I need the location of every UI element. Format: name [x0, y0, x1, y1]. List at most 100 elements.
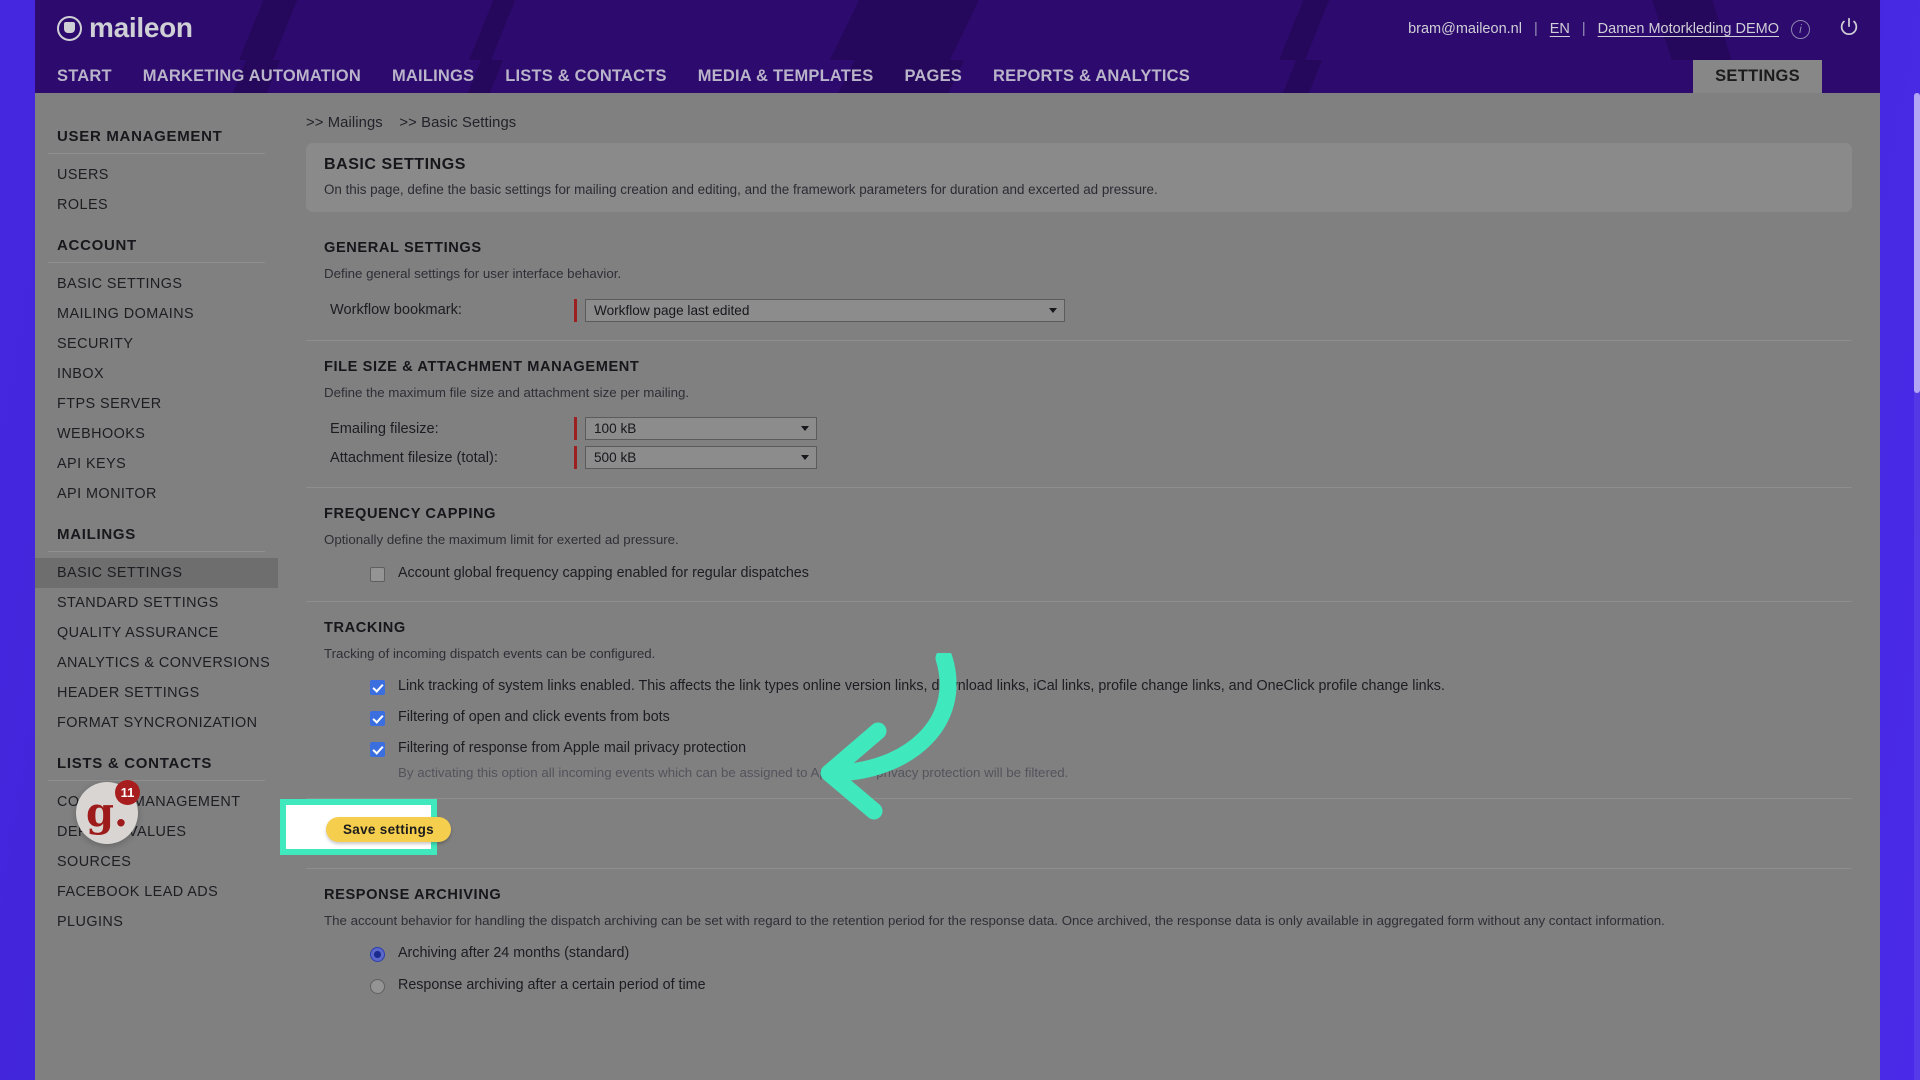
header-decoration: [194, 0, 310, 60]
sidebar-item-facebook-lead-ads[interactable]: FACEBOOK LEAD ADS: [35, 877, 278, 907]
emailing-filesize-select[interactable]: 100 kB: [585, 417, 817, 441]
response-archiving-description: The account behavior for handling the di…: [324, 912, 1665, 928]
divider: [306, 797, 1852, 799]
sidebar-heading-mailings: MAILINGS: [48, 511, 265, 552]
frequency-capping-checkbox-row: Account global frequency capping enabled…: [324, 565, 1852, 583]
section-general-settings: GENERAL SETTINGS Define general settings…: [306, 240, 1852, 322]
body-area: USER MANAGEMENT USERS ROLES ACCOUNT BASI…: [35, 93, 1880, 1080]
section-file-size: FILE SIZE & ATTACHMENT MANAGEMENT Define…: [306, 359, 1852, 470]
section-frequency-capping: FREQUENCY CAPPING Optionally define the …: [306, 506, 1852, 582]
nav-decoration: [1247, 60, 1339, 93]
sidebar-item-api-monitor[interactable]: API MONITOR: [35, 479, 278, 509]
section-tracking: TRACKING Tracking of incoming dispatch e…: [306, 620, 1852, 780]
sidebar-group-user-management: USER MANAGEMENT USERS ROLES: [35, 113, 278, 220]
save-settings-button[interactable]: Save settings: [326, 816, 451, 842]
required-indicator: [574, 417, 577, 441]
frequency-capping-title: FREQUENCY CAPPING: [324, 506, 497, 523]
tracking-description: Tracking of incoming dispatch events can…: [324, 645, 656, 661]
sidebar-group-mailings: MAILINGS BASIC SETTINGS STANDARD SETTING…: [35, 511, 278, 738]
frequency-capping-checkbox[interactable]: [370, 566, 385, 582]
page-description: On this page, define the basic settings …: [324, 182, 1158, 197]
tracking-bot-filtering-checkbox[interactable]: [370, 711, 385, 727]
tracking-link-tracking-row: Link tracking of system links enabled. T…: [324, 678, 1852, 696]
general-settings-description: Define general settings for user interfa…: [324, 266, 622, 281]
sidebar-item-api-keys[interactable]: API KEYS: [35, 449, 278, 479]
nav-item-lists-contacts[interactable]: LISTS & CONTACTS: [505, 67, 666, 86]
page-banner: BASIC SETTINGS On this page, define the …: [306, 143, 1852, 212]
sidebar-item-default-values[interactable]: DEFAULT VALUES: [35, 817, 278, 847]
main-navigation: START MARKETING AUTOMATION MAILINGS LIST…: [35, 60, 1880, 93]
sidebar-item-analytics-conversions[interactable]: ANALYTICS & CONVERSIONS: [35, 648, 278, 678]
general-settings-title: GENERAL SETTINGS: [324, 240, 482, 256]
attachment-filesize-value: 500 kB: [594, 450, 637, 466]
nav-item-reports-analytics[interactable]: REPORTS & ANALYTICS: [993, 67, 1190, 86]
sidebar-item-users[interactable]: USERS: [35, 160, 278, 190]
nav-item-pages[interactable]: PAGES: [904, 67, 962, 86]
required-indicator: [574, 446, 577, 470]
vertical-scrollbar[interactable]: [1914, 93, 1920, 1080]
tracking-apple-privacy-checkbox[interactable]: [370, 742, 385, 758]
sidebar-item-roles[interactable]: ROLES: [35, 190, 278, 220]
sidebar-item-standard-settings[interactable]: STANDARD SETTINGS: [35, 588, 278, 618]
section-response-archiving: RESPONSE ARCHIVING The account behavior …: [306, 887, 1852, 995]
sidebar-item-mailings-basic-settings[interactable]: BASIC SETTINGS: [35, 558, 278, 588]
archiving-24-months-radio[interactable]: [370, 946, 385, 962]
sidebar: USER MANAGEMENT USERS ROLES ACCOUNT BASI…: [35, 93, 278, 1080]
sidebar-group-account: ACCOUNT BASIC SETTINGS MAILING DOMAINS S…: [35, 222, 278, 509]
nav-item-list: START MARKETING AUTOMATION MAILINGS LIST…: [57, 60, 1190, 93]
sidebar-item-webhooks[interactable]: WEBHOOKS: [35, 419, 278, 449]
workflow-bookmark-select[interactable]: Workflow page last edited: [585, 298, 1065, 322]
language-link[interactable]: EN: [1550, 21, 1570, 37]
nav-item-marketing-automation[interactable]: MARKETING AUTOMATION: [143, 67, 361, 86]
nav-item-start[interactable]: START: [57, 67, 112, 86]
sidebar-heading-account: ACCOUNT: [48, 222, 265, 263]
header-utilities: bram@maileon.nl | EN | Damen Motorkledin…: [1408, 16, 1860, 42]
divider: [306, 867, 1852, 869]
attachment-filesize-select[interactable]: 500 kB: [585, 446, 817, 470]
sidebar-item-mailing-domains[interactable]: MAILING DOMAINS: [35, 299, 278, 329]
chat-widget-button[interactable]: g. 11: [76, 780, 140, 844]
tracking-link-tracking-checkbox[interactable]: [370, 680, 385, 696]
divider: [306, 339, 1852, 341]
archiving-24-months-row: Archiving after 24 months (standard): [324, 945, 1852, 963]
sidebar-item-header-settings[interactable]: HEADER SETTINGS: [35, 678, 278, 708]
brand-logo[interactable]: maileon: [57, 12, 193, 44]
info-icon[interactable]: i: [1791, 19, 1810, 39]
sidebar-item-sources[interactable]: SOURCES: [35, 847, 278, 877]
breadcrumb-basic-settings[interactable]: >> Basic Settings: [399, 115, 516, 131]
sidebar-item-account-basic-settings[interactable]: BASIC SETTINGS: [35, 269, 278, 299]
breadcrumb: >> Mailings >> Basic Settings: [306, 115, 1852, 131]
nav-item-media-templates[interactable]: MEDIA & TEMPLATES: [698, 67, 874, 86]
sidebar-item-security[interactable]: SECURITY: [35, 329, 278, 359]
header-decoration: [776, 0, 994, 60]
frequency-capping-checkbox-label: Account global frequency capping enabled…: [398, 564, 809, 581]
nav-item-mailings[interactable]: MAILINGS: [392, 67, 474, 86]
tab-settings[interactable]: SETTINGS: [1693, 60, 1822, 93]
archiving-custom-period-radio[interactable]: [370, 978, 385, 994]
tracking-bot-filtering-label: Filtering of open and click events from …: [398, 709, 670, 726]
header-decoration: [424, 0, 528, 60]
emailing-filesize-label: Emailing filesize:: [330, 420, 439, 437]
user-email: bram@maileon.nl: [1408, 21, 1522, 37]
file-size-description: Define the maximum file size and attachm…: [324, 384, 690, 400]
emailing-filesize-value: 100 kB: [594, 421, 637, 437]
sidebar-item-quality-assurance[interactable]: QUALITY ASSURANCE: [35, 618, 278, 648]
response-archiving-title: RESPONSE ARCHIVING: [324, 886, 502, 903]
tracking-apple-privacy-row: Filtering of response from Apple mail pr…: [324, 740, 1852, 758]
sidebar-item-plugins[interactable]: PLUGINS: [35, 907, 278, 937]
account-link[interactable]: Damen Motorkleding DEMO: [1598, 21, 1779, 37]
tracking-apple-privacy-label: Filtering of response from Apple mail pr…: [398, 740, 747, 757]
sidebar-item-inbox[interactable]: INBOX: [35, 359, 278, 389]
sidebar-item-contact-management[interactable]: CONTACT MANAGEMENT: [35, 787, 278, 817]
sidebar-heading-user-management: USER MANAGEMENT: [48, 113, 265, 154]
breadcrumb-mailings[interactable]: >> Mailings: [306, 115, 383, 131]
archiving-custom-period-row: Response archiving after a certain perio…: [324, 977, 1852, 995]
chevron-down-icon: [1049, 307, 1057, 313]
maileon-logo-icon: [57, 15, 82, 41]
sidebar-item-ftps-server[interactable]: FTPS SERVER: [35, 389, 278, 419]
tracking-apple-privacy-note: By activating this option all incoming e…: [398, 764, 1069, 780]
scrollbar-thumb[interactable]: [1914, 93, 1920, 393]
tracking-link-tracking-label: Link tracking of system links enabled. T…: [398, 678, 1445, 695]
power-icon[interactable]: [1838, 16, 1860, 42]
sidebar-item-format-syncronization[interactable]: FORMAT SYNCRONIZATION: [35, 708, 278, 738]
